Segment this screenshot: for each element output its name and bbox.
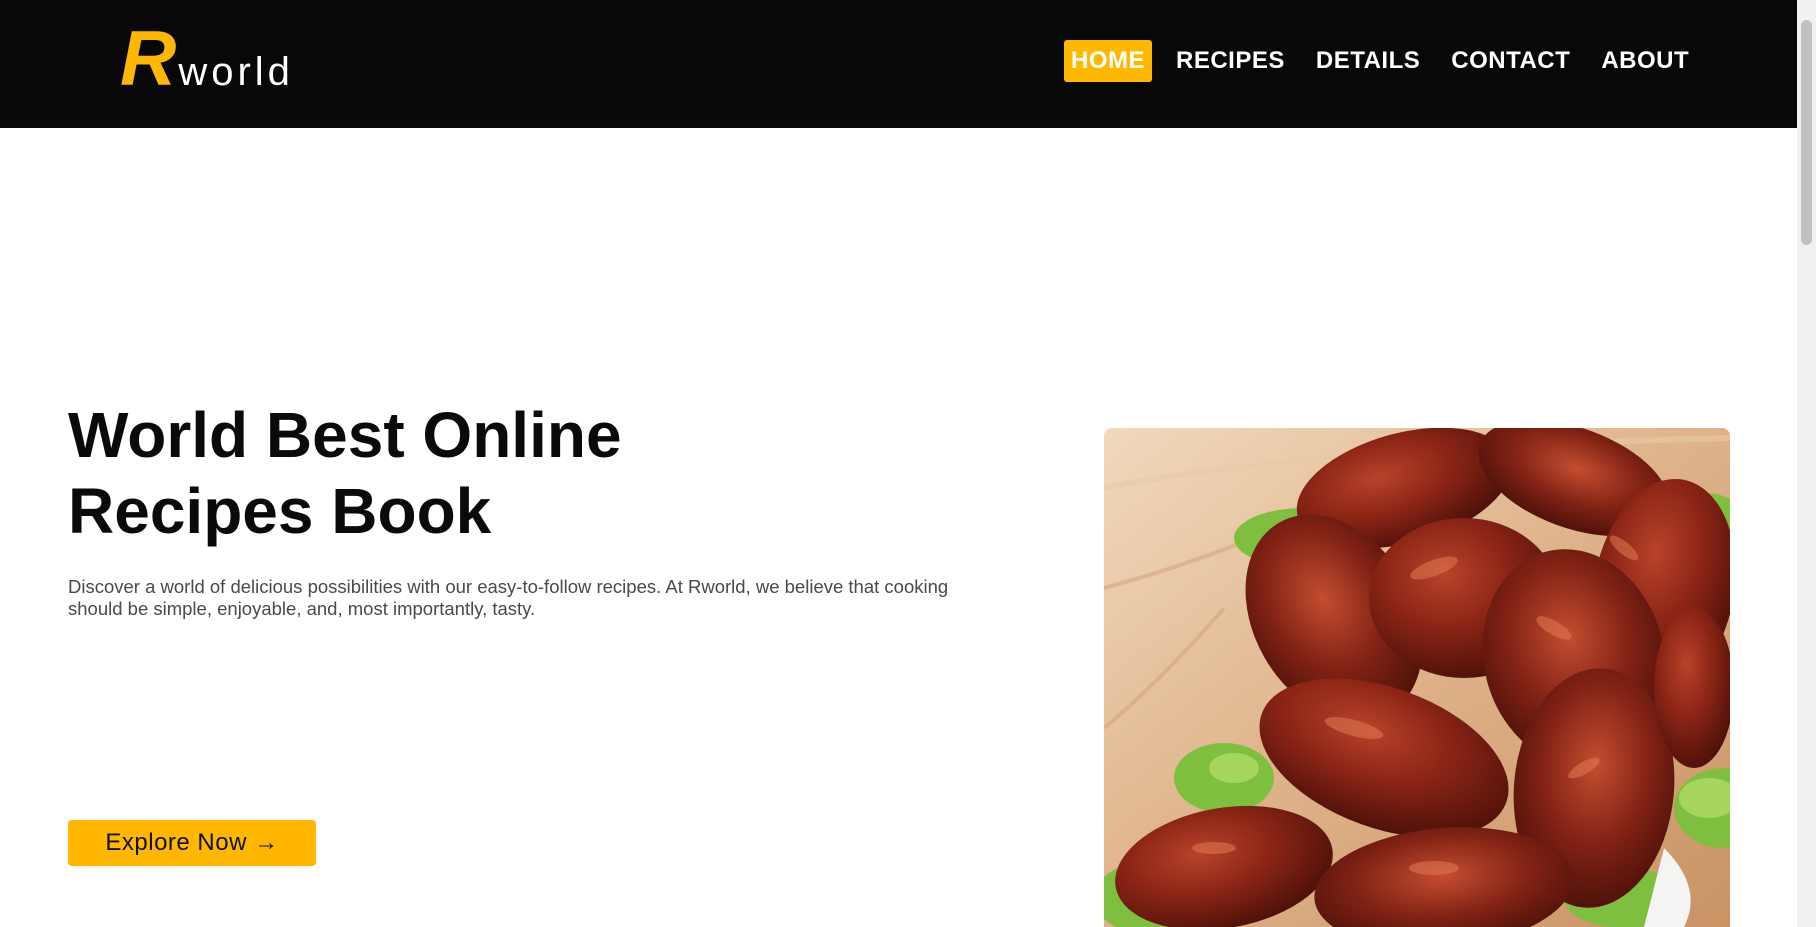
- hero-title: World Best Online Recipes Book: [68, 397, 768, 549]
- main-nav: HOME RECIPES DETAILS CONTACT ABOUT: [1064, 40, 1713, 82]
- logo-initial: R: [120, 14, 177, 102]
- site-header: R world HOME RECIPES DETAILS CONTACT ABO…: [0, 0, 1797, 128]
- explore-now-button[interactable]: Explore Now →: [68, 820, 316, 866]
- nav-item-contact[interactable]: CONTACT: [1444, 40, 1577, 82]
- hero-food-image: [1104, 428, 1730, 927]
- hero-description: Discover a world of delicious possibilit…: [68, 576, 949, 619]
- page-scrollbar[interactable]: [1797, 0, 1816, 927]
- nav-item-details[interactable]: DETAILS: [1309, 40, 1427, 82]
- page: R world HOME RECIPES DETAILS CONTACT ABO…: [0, 0, 1816, 927]
- site-logo[interactable]: R world: [120, 18, 294, 98]
- hero-title-line-1: World Best Online: [68, 399, 622, 471]
- logo-text: world: [178, 50, 294, 94]
- scrollbar-thumb[interactable]: [1801, 20, 1812, 245]
- nav-item-about[interactable]: ABOUT: [1594, 40, 1696, 82]
- hero-title-line-2: Recipes Book: [68, 475, 492, 547]
- nav-item-home[interactable]: HOME: [1064, 40, 1152, 82]
- chicken-wings-illustration: [1104, 428, 1730, 927]
- nav-item-recipes[interactable]: RECIPES: [1169, 40, 1292, 82]
